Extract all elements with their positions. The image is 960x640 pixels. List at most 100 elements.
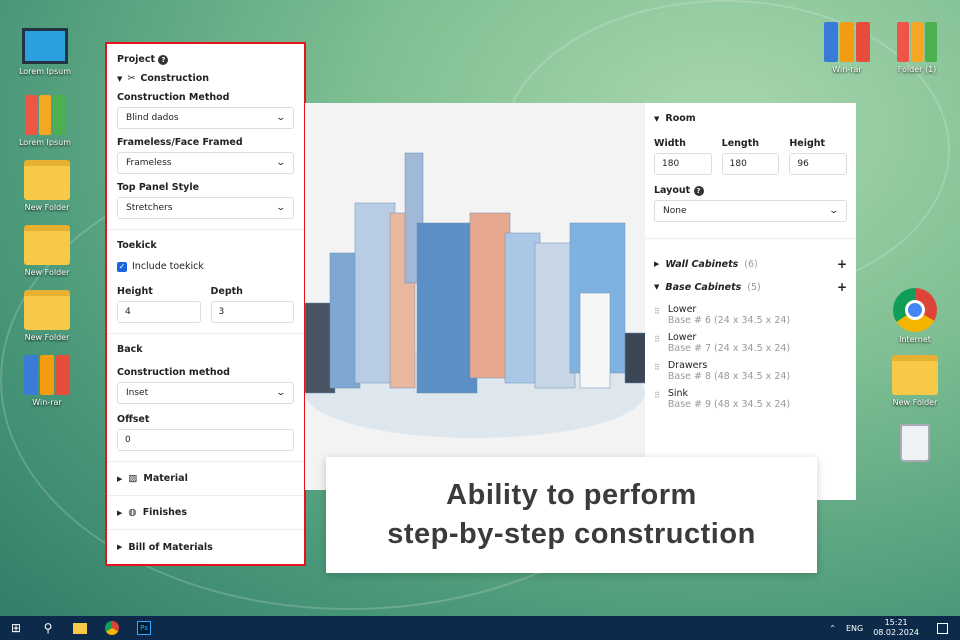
bom-section[interactable]: ▶ Bill of Materials bbox=[107, 530, 304, 564]
folder-icon bbox=[892, 355, 938, 395]
toekick-heading: Toekick bbox=[117, 240, 157, 251]
caret-right-icon: ▶ bbox=[654, 260, 660, 268]
caret-down-icon: ▼ bbox=[654, 283, 660, 291]
construction-label: Construction bbox=[140, 73, 209, 84]
search-icon: ⚲ bbox=[43, 621, 53, 635]
drag-handle-icon[interactable]: ⠿ bbox=[654, 335, 660, 354]
taskbar-explorer[interactable] bbox=[64, 616, 96, 640]
date: 08.02.2024 bbox=[873, 628, 919, 637]
layout-select[interactable]: None ⌄ bbox=[654, 200, 847, 222]
cabinet-list-item[interactable]: ⠿ Lower Base # 6 (24 x 34.5 x 24) bbox=[645, 304, 856, 326]
room-heading: Room bbox=[665, 113, 696, 124]
cabinet-name: Drawers bbox=[667, 360, 708, 371]
select-value: Blind dados bbox=[126, 113, 179, 123]
caret-right-icon: ▶ bbox=[117, 508, 123, 517]
construction-method-select[interactable]: Blind dados ⌄ bbox=[117, 107, 294, 129]
frameless-select[interactable]: Frameless ⌄ bbox=[117, 152, 294, 174]
room-width-input[interactable]: 180 bbox=[654, 153, 712, 175]
room-height-input[interactable]: 96 bbox=[789, 153, 848, 175]
select-value: Inset bbox=[126, 388, 149, 398]
taskbar-chrome[interactable] bbox=[96, 616, 128, 640]
toekick-height-input[interactable]: 4 bbox=[117, 301, 201, 323]
material-icon: ▨ bbox=[128, 473, 138, 484]
taskbar: ⊞ ⚲ Ps ⌃ ENG 15:21 08.02.2024 bbox=[0, 616, 960, 640]
city-model-image bbox=[304, 152, 647, 438]
room-length-input[interactable]: 180 bbox=[721, 153, 780, 175]
recycle-bin-icon bbox=[900, 424, 930, 462]
cabinet-name: Lower bbox=[667, 304, 697, 315]
include-toekick-checkbox[interactable]: ✓ Include toekick bbox=[117, 261, 294, 272]
length-label: Length bbox=[721, 138, 760, 149]
cabinet-list-item[interactable]: ⠿ Drawers Base # 8 (48 x 34.5 x 24) bbox=[645, 360, 856, 382]
height-label: Height bbox=[789, 138, 826, 149]
taskbar-photoshop[interactable]: Ps bbox=[128, 616, 160, 640]
finishes-section[interactable]: ▶ ◍ Finishes bbox=[107, 496, 304, 530]
drag-handle-icon[interactable]: ⠿ bbox=[654, 363, 660, 382]
chevron-up-icon[interactable]: ⌃ bbox=[829, 624, 836, 633]
drag-handle-icon[interactable]: ⠿ bbox=[654, 307, 660, 326]
icon-label: New Folder bbox=[24, 203, 70, 212]
winrar-icon bbox=[824, 22, 870, 62]
binder-icon bbox=[894, 22, 940, 62]
width-label: Width bbox=[654, 138, 686, 149]
language-indicator[interactable]: ENG bbox=[846, 624, 863, 633]
chevron-down-icon: ⌄ bbox=[275, 158, 287, 168]
caret-down-icon: ▼ bbox=[654, 114, 660, 123]
material-section[interactable]: ▶ ▨ Material bbox=[107, 462, 304, 496]
select-value: Frameless bbox=[126, 158, 172, 168]
section-label: Finishes bbox=[142, 507, 187, 518]
wall-cabinets-toggle[interactable]: ▶ Wall Cabinets (6) + bbox=[645, 239, 856, 271]
add-base-cabinet-button[interactable]: + bbox=[837, 280, 847, 294]
desktop-icon-binders[interactable]: Folder (1) bbox=[882, 22, 952, 74]
offset-input[interactable]: 0 bbox=[117, 429, 294, 451]
desktop-icon-winrar[interactable]: Win-rar bbox=[12, 355, 82, 407]
height-label: Height bbox=[117, 286, 153, 297]
desktop-icon-computer[interactable]: Lorem Ipsum bbox=[10, 28, 80, 76]
base-cabinets-toggle[interactable]: ▼ Base Cabinets (5) + bbox=[645, 271, 856, 304]
back-heading: Back bbox=[117, 344, 143, 355]
wall-cabinets-count: (6) bbox=[744, 258, 758, 270]
construction-toggle[interactable]: ▼ ✂ Construction bbox=[117, 73, 294, 84]
desktop-icon-folder[interactable]: New Folder bbox=[880, 355, 950, 407]
frameless-label: Frameless/Face Framed bbox=[117, 137, 243, 148]
desktop-icon-chrome[interactable]: Internet bbox=[880, 288, 950, 344]
folder-icon bbox=[24, 160, 70, 200]
desktop-icon-recycle-bin[interactable] bbox=[880, 424, 950, 465]
chrome-icon bbox=[105, 621, 119, 635]
cabinet-list-item[interactable]: ⠿ Sink Base # 9 (48 x 34.5 x 24) bbox=[645, 388, 856, 410]
icon-label: New Folder bbox=[892, 398, 938, 407]
desktop-icon-winrar[interactable]: Win-rar bbox=[812, 22, 882, 74]
desktop-icon-folder[interactable]: New Folder bbox=[12, 290, 82, 342]
chevron-down-icon: ⌄ bbox=[275, 113, 287, 123]
icon-label: Lorem Ipsum bbox=[18, 138, 72, 147]
drag-handle-icon[interactable]: ⠿ bbox=[654, 391, 660, 410]
search-button[interactable]: ⚲ bbox=[32, 616, 64, 640]
construction-panel: Project ? ▼ ✂ Construction Construction Me… bbox=[105, 42, 306, 566]
caret-down-icon: ▼ bbox=[117, 74, 123, 83]
folder-icon bbox=[24, 290, 70, 330]
cabinet-list-item[interactable]: ⠿ Lower Base # 7 (24 x 34.5 x 24) bbox=[645, 332, 856, 354]
section-label: Bill of Materials bbox=[128, 541, 213, 553]
cabinet-detail: Base # 8 (48 x 34.5 x 24) bbox=[667, 371, 791, 382]
add-wall-cabinet-button[interactable]: + bbox=[837, 257, 847, 271]
room-toggle[interactable]: ▼ Room bbox=[645, 103, 856, 124]
help-icon[interactable]: ? bbox=[693, 186, 704, 196]
desktop-icon-binders[interactable]: Lorem Ipsum bbox=[10, 95, 80, 147]
project-heading: Project ? bbox=[117, 54, 294, 65]
clock[interactable]: 15:21 08.02.2024 bbox=[873, 618, 919, 638]
toekick-depth-input[interactable]: 3 bbox=[210, 301, 294, 323]
top-panel-select[interactable]: Stretchers ⌄ bbox=[117, 197, 294, 219]
notification-icon[interactable] bbox=[937, 622, 948, 634]
back-method-select[interactable]: Inset ⌄ bbox=[117, 382, 294, 404]
windows-icon: ⊞ bbox=[10, 621, 22, 635]
chevron-down-icon: ⌄ bbox=[275, 388, 287, 398]
desktop-icon-folder[interactable]: New Folder bbox=[12, 225, 82, 277]
caption-line: Ability to perform bbox=[446, 479, 697, 511]
3d-viewport[interactable] bbox=[304, 103, 647, 490]
start-button[interactable]: ⊞ bbox=[0, 616, 32, 640]
desktop-icon-folder[interactable]: New Folder bbox=[12, 160, 82, 212]
layout-label: Layout ? bbox=[654, 185, 847, 196]
icon-label: Lorem Ipsum bbox=[18, 67, 72, 76]
help-icon[interactable]: ? bbox=[158, 55, 169, 65]
binder-icon bbox=[22, 95, 68, 135]
